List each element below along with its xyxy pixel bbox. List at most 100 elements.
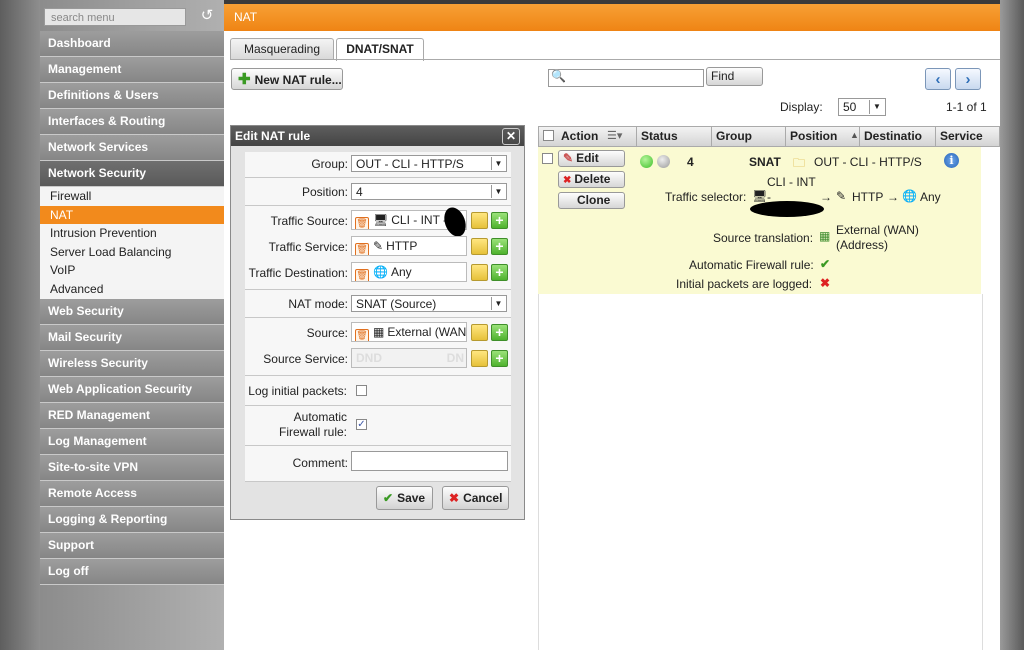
trash-icon[interactable]: 🗑 xyxy=(355,217,369,229)
delete-button[interactable]: ✖ Delete xyxy=(558,171,625,188)
source-value: External (WAN xyxy=(387,325,467,339)
group-label: Group: xyxy=(311,157,348,171)
sidebar-item-interfaces-routing[interactable]: Interfaces & Routing xyxy=(40,109,224,135)
sidebar-item-log-off[interactable]: Log off xyxy=(40,558,224,585)
log-initial-packets-checkbox[interactable] xyxy=(356,385,367,396)
display-label: Display: xyxy=(780,100,823,114)
sidebar-subitem-voip[interactable]: VoIP xyxy=(40,261,224,280)
sidebar-item-management[interactable]: Management xyxy=(40,57,224,83)
auto-firewall-checkbox[interactable]: ✓ xyxy=(356,419,367,430)
column-status[interactable]: Status xyxy=(636,127,711,146)
previous-page-button[interactable]: ‹ xyxy=(925,68,951,90)
source-service-placeholder: DND xyxy=(356,351,382,365)
sidebar-subitem-firewall[interactable]: Firewall xyxy=(40,187,224,206)
column-service[interactable]: Service xyxy=(935,127,999,146)
rules-table-body xyxy=(538,294,983,650)
search-icon: 🔍 xyxy=(551,69,566,83)
sidebar-item-wireless-security[interactable]: Wireless Security xyxy=(40,350,224,377)
source-label: Source: xyxy=(306,326,348,340)
cancel-button[interactable]: ✖ Cancel xyxy=(442,486,509,510)
nat-mode-value: SNAT (Source) xyxy=(356,297,437,311)
folder-icon[interactable] xyxy=(471,324,488,341)
source-service-placeholder-right: DN xyxy=(446,351,464,365)
sidebar-subitem-advanced[interactable]: Advanced xyxy=(40,280,224,299)
traffic-destination-field[interactable]: 🗑 🌐 Any xyxy=(351,262,467,282)
sidebar-item-definitions-users[interactable]: Definitions & Users xyxy=(40,83,224,109)
initial-packets-logged-label: Initial packets are logged: xyxy=(676,277,813,291)
column-menu-icon[interactable]: ☰▾ xyxy=(607,129,622,142)
sidebar-subitem-nat[interactable]: NAT xyxy=(40,205,224,225)
sidebar-item-web-security[interactable]: Web Security xyxy=(40,298,224,325)
row-checkbox[interactable] xyxy=(542,153,553,164)
close-icon[interactable]: ✕ xyxy=(502,128,520,145)
cross-icon: ✖ xyxy=(820,276,831,290)
edit-button[interactable]: ✎ Edit xyxy=(558,150,625,167)
add-icon[interactable]: + xyxy=(491,350,508,367)
sidebar-item-network-services[interactable]: Network Services xyxy=(40,135,224,161)
position-select[interactable]: 4 ▼ xyxy=(351,183,507,200)
sidebar-item-log-management[interactable]: Log Management xyxy=(40,428,224,455)
folder-icon[interactable] xyxy=(471,350,488,367)
add-icon[interactable]: + xyxy=(491,238,508,255)
nat-mode-select[interactable]: SNAT (Source) ▼ xyxy=(351,295,507,312)
add-icon[interactable]: + xyxy=(491,324,508,341)
source-service-field[interactable]: DND DN xyxy=(351,348,467,368)
chevron-down-icon: ▼ xyxy=(869,100,884,114)
comment-field[interactable] xyxy=(351,451,508,471)
arrow-2: → xyxy=(887,190,899,204)
sidebar-item-logging-reporting[interactable]: Logging & Reporting xyxy=(40,506,224,533)
status-off-icon[interactable] xyxy=(657,155,670,168)
select-all-checkbox[interactable] xyxy=(543,130,554,141)
group-select[interactable]: OUT - CLI - HTTP/S ▼ xyxy=(351,155,507,172)
cancel-label: Cancel xyxy=(463,491,503,505)
column-group[interactable]: Group xyxy=(711,127,786,146)
sidebar-item-remote-access[interactable]: Remote Access xyxy=(40,480,224,507)
table-row[interactable]: ✎ Edit ✖ Delete Clone 4 SNAT 🗀 OUT - CLI -… xyxy=(538,147,981,295)
sidebar-item-web-application-security[interactable]: Web Application Security xyxy=(40,376,224,403)
add-icon[interactable]: + xyxy=(491,212,508,229)
sidebar-item-network-security[interactable]: Network Security xyxy=(40,161,224,187)
search-input[interactable] xyxy=(548,69,704,87)
find-button[interactable]: Find xyxy=(706,67,763,86)
folder-icon[interactable] xyxy=(471,238,488,255)
host-icon: 🖥 xyxy=(373,213,389,227)
clone-button[interactable]: Clone xyxy=(558,192,625,209)
trash-icon[interactable]: 🗑 xyxy=(355,269,369,281)
sidebar-subitem-intrusion-prevention[interactable]: Intrusion Prevention xyxy=(40,224,224,243)
sidebar-item-mail-security[interactable]: Mail Security xyxy=(40,324,224,351)
display-count-select[interactable]: 50 ▼ xyxy=(838,98,886,116)
sidebar-item-support[interactable]: Support xyxy=(40,532,224,559)
auto-firewall-row: Automatic Firewall rule: ✓ xyxy=(245,405,511,446)
delete-icon: ✖ xyxy=(563,175,572,186)
folder-icon: 🗀 xyxy=(793,156,806,170)
traffic-service-value: HTTP xyxy=(386,239,418,253)
source-service-label: Source Service: xyxy=(263,352,348,366)
column-action[interactable]: Action xyxy=(557,127,637,146)
trash-icon[interactable]: 🗑 xyxy=(355,329,369,341)
sidebar-item-site-to-site-vpn[interactable]: Site-to-site VPN xyxy=(40,454,224,481)
dialog-title: Edit NAT rule xyxy=(235,129,311,143)
info-icon[interactable]: i xyxy=(944,153,959,168)
sidebar-item-dashboard[interactable]: Dashboard xyxy=(40,31,224,57)
column-destination[interactable]: Destinatio xyxy=(859,127,936,146)
tab-dnat-snat[interactable]: DNAT/SNAT xyxy=(336,38,424,61)
folder-icon[interactable] xyxy=(471,264,488,281)
search-menu-input[interactable]: search menu xyxy=(44,8,186,26)
display-count-value: 50 xyxy=(843,100,857,114)
sidebar-subitem-server-load-balancing[interactable]: Server Load Balancing xyxy=(40,243,224,262)
traffic-service-field[interactable]: 🗑 ✎ HTTP xyxy=(351,236,467,256)
reset-search-icon[interactable]: ↺ xyxy=(198,7,216,25)
folder-icon[interactable] xyxy=(471,212,488,229)
add-icon[interactable]: + xyxy=(491,264,508,281)
new-nat-rule-button[interactable]: ✚ New NAT rule... xyxy=(231,68,343,90)
sidebar-item-red-management[interactable]: RED Management xyxy=(40,402,224,429)
plus-icon: ✚ xyxy=(238,71,251,88)
column-position[interactable]: Position xyxy=(785,127,860,146)
status-on-icon[interactable] xyxy=(640,155,653,168)
row-mode: SNAT xyxy=(749,155,781,169)
trash-icon[interactable]: 🗑 xyxy=(355,243,369,255)
source-field[interactable]: 🗑 ▦ External (WAN xyxy=(351,322,467,342)
tab-masquerading[interactable]: Masquerading xyxy=(230,38,334,60)
next-page-button[interactable]: › xyxy=(955,68,981,90)
save-button[interactable]: ✔ Save xyxy=(376,486,433,510)
